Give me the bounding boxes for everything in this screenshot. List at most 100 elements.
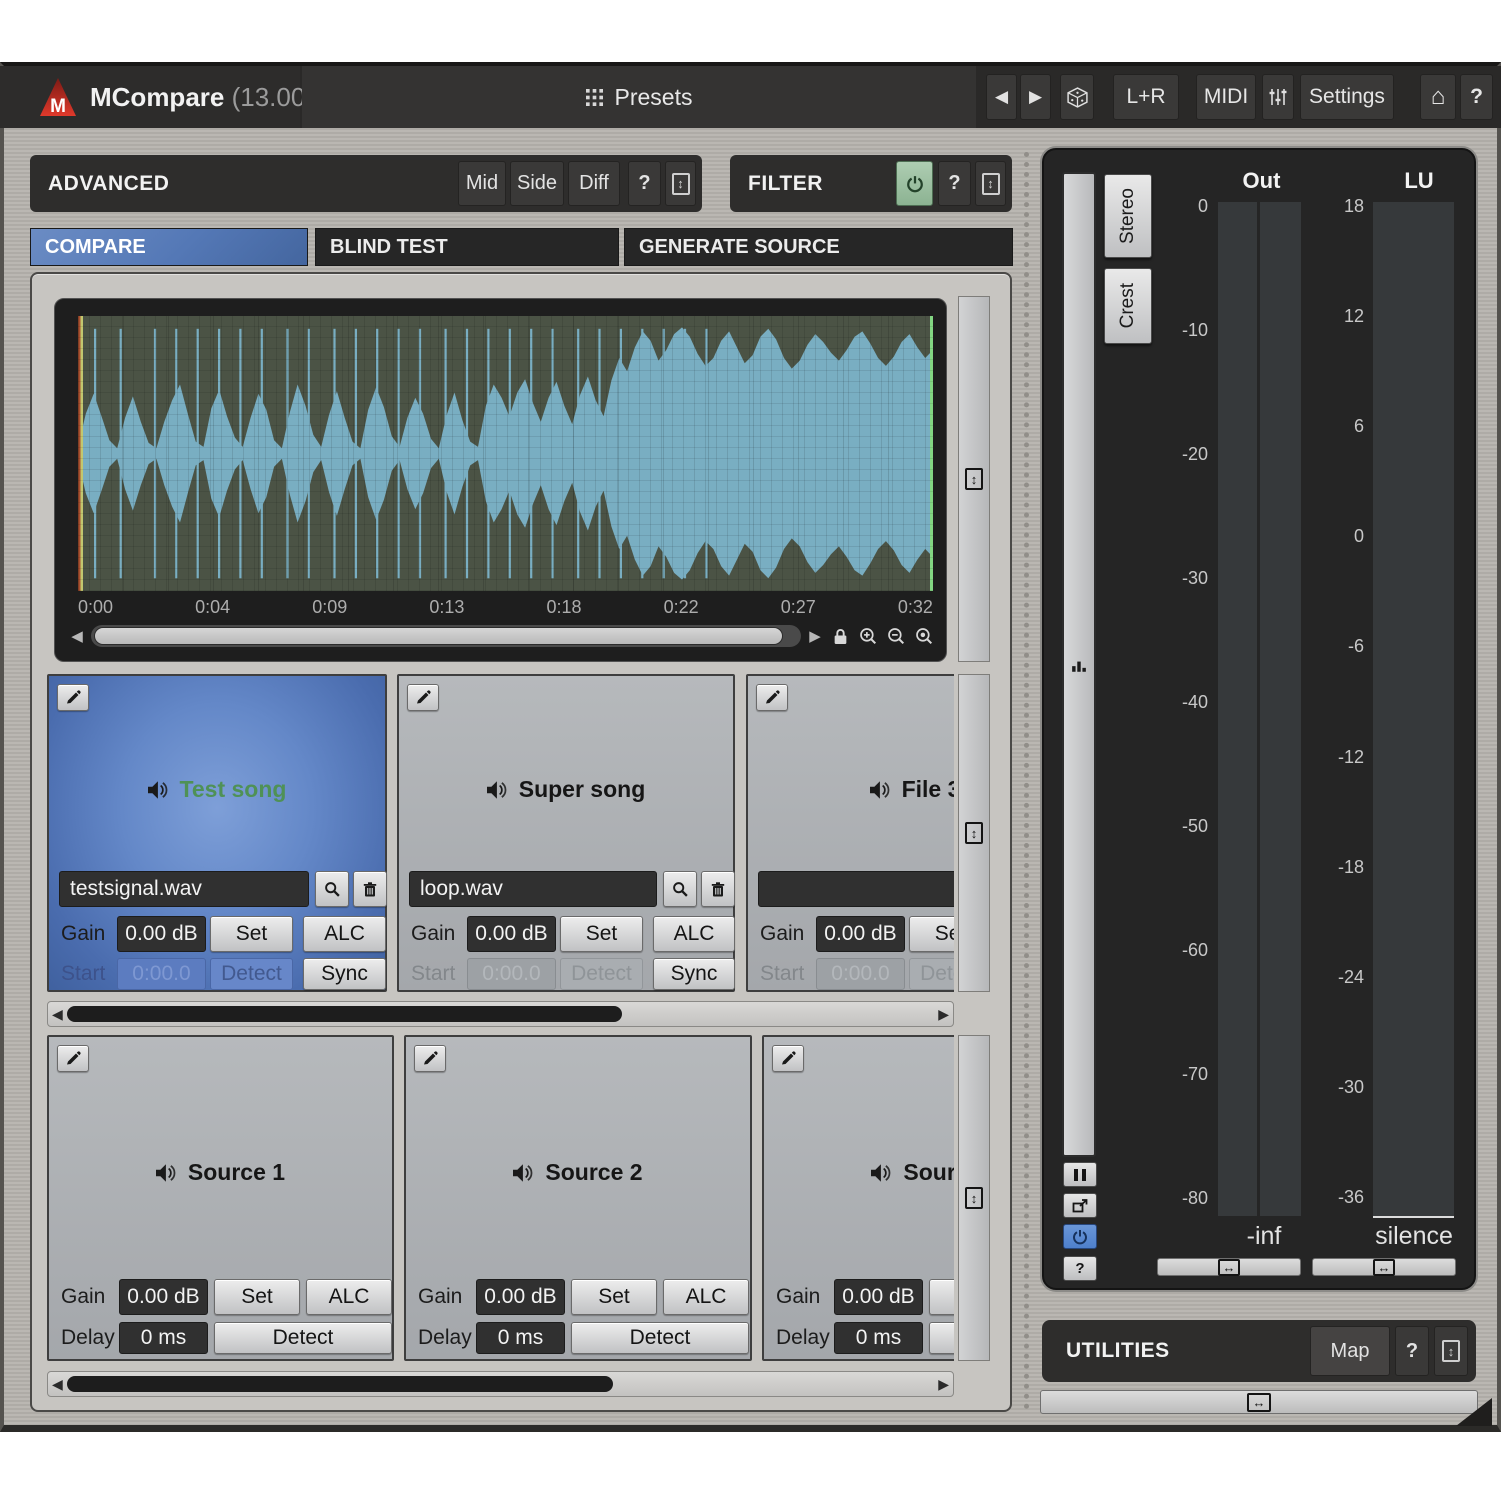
meter-help-button[interactable]: ?	[1063, 1256, 1097, 1281]
scroll-right-icon[interactable]: ▶	[807, 627, 823, 645]
source-row-top-resize-handle[interactable]: ↕	[958, 674, 990, 992]
rename-button[interactable]	[57, 1045, 89, 1072]
gain-value-field[interactable]: 0.00 dB	[816, 916, 905, 952]
utilities-help-button[interactable]: ?	[1395, 1326, 1429, 1376]
source-row-bottom-scrollbar[interactable]: ◀ ▶	[47, 1371, 954, 1397]
remove-file-button[interactable]	[701, 871, 735, 907]
browse-file-button[interactable]	[663, 871, 697, 907]
set-gain-button[interactable]: Set	[214, 1279, 300, 1315]
detect-start-button[interactable]: Detect	[210, 958, 293, 990]
detect-delay-button[interactable]: Detect	[214, 1322, 392, 1354]
rename-button[interactable]	[57, 684, 89, 711]
filter-collapse-button[interactable]: ↕	[975, 161, 1006, 206]
zoom-out-icon[interactable]	[885, 625, 907, 647]
scroll-right-icon[interactable]: ▶	[938, 1006, 949, 1023]
meter-panel-width-handle[interactable]: ↔	[1040, 1390, 1478, 1414]
advanced-help-button[interactable]: ?	[628, 161, 661, 206]
detect-delay-button[interactable]: Detect	[929, 1322, 954, 1354]
scroll-left-icon[interactable]: ◀	[69, 627, 85, 645]
source-row-top-scrollbar[interactable]: ◀ ▶	[47, 1001, 954, 1027]
gain-value-field[interactable]: 0.00 dB	[117, 916, 206, 952]
source-panel-file-3[interactable]: File 3 Gain 0.00 dB Set ALC Start 0:00.0…	[746, 674, 954, 992]
advanced-collapse-button[interactable]: ↕	[665, 161, 696, 206]
set-gain-button[interactable]: Set	[929, 1279, 954, 1315]
alc-button[interactable]: ALC	[306, 1279, 392, 1315]
midi-button[interactable]: MIDI	[1196, 74, 1256, 120]
delay-value-field[interactable]: 0 ms	[476, 1322, 565, 1354]
tab-generate-source[interactable]: GENERATE SOURCE	[624, 228, 1013, 266]
settings-button[interactable]: Settings	[1300, 74, 1394, 120]
alc-button[interactable]: ALC	[663, 1279, 749, 1315]
scrollbar-thumb[interactable]	[67, 1006, 622, 1022]
tab-compare[interactable]: COMPARE	[30, 228, 308, 266]
remove-file-button[interactable]	[353, 871, 387, 907]
rename-button[interactable]	[407, 684, 439, 711]
waveform-scrollbar-thumb[interactable]	[94, 627, 783, 645]
utilities-collapse-button[interactable]: ↕	[1434, 1326, 1468, 1376]
scroll-right-icon[interactable]: ▶	[938, 1376, 949, 1393]
set-gain-button[interactable]: Set	[571, 1279, 657, 1315]
source-panel-test-song[interactable]: Test song testsignal.wav Gain 0.00 dB Se…	[47, 674, 387, 992]
alc-button[interactable]: ALC	[303, 916, 386, 952]
meter-power-button[interactable]	[1063, 1224, 1097, 1249]
scrollbar-thumb[interactable]	[67, 1376, 613, 1392]
sync-button[interactable]: Sync	[303, 958, 386, 990]
filter-power-button[interactable]	[896, 161, 933, 206]
delay-value-field[interactable]: 0 ms	[119, 1322, 208, 1354]
meter-popout-button[interactable]	[1063, 1193, 1097, 1218]
waveform-resize-handle[interactable]: ↕	[958, 296, 990, 662]
side-button[interactable]: Side	[510, 161, 564, 206]
mid-button[interactable]: Mid	[458, 161, 506, 206]
waveform-area[interactable]	[78, 316, 933, 591]
scroll-left-icon[interactable]: ◀	[52, 1006, 63, 1023]
previous-preset-button[interactable]: ◀	[986, 74, 1017, 120]
lock-icon[interactable]	[829, 625, 851, 647]
start-value-field[interactable]: 0:00.0	[117, 958, 206, 990]
start-value-field[interactable]: 0:00.0	[816, 958, 905, 990]
titlebar-help-button[interactable]: ?	[1460, 74, 1493, 120]
set-gain-button[interactable]: Set	[560, 916, 643, 952]
rename-button[interactable]	[756, 684, 788, 711]
zoom-in-icon[interactable]	[857, 625, 879, 647]
home-button[interactable]: ⌂	[1420, 74, 1456, 120]
source-panel-source-1[interactable]: Source 1 Gain 0.00 dB Set ALC Delay 0 ms…	[47, 1035, 394, 1361]
source-panel-source-3[interactable]: Source 3 Gain 0.00 dB Set ALC Delay 0 ms…	[762, 1035, 954, 1361]
set-gain-button[interactable]: Set	[210, 916, 293, 952]
detect-delay-button[interactable]: Detect	[571, 1322, 749, 1354]
gain-value-field[interactable]: 0.00 dB	[467, 916, 556, 952]
tab-blind-test[interactable]: BLIND TEST	[315, 228, 619, 266]
quick-params-button[interactable]	[1262, 74, 1294, 120]
rename-button[interactable]	[772, 1045, 804, 1072]
file-name-field[interactable]: loop.wav	[409, 871, 657, 907]
source-row-bottom-resize-handle[interactable]: ↕	[958, 1035, 990, 1361]
detect-start-button[interactable]: Detect	[560, 958, 643, 990]
file-name-field[interactable]	[758, 871, 954, 907]
gain-value-field[interactable]: 0.00 dB	[834, 1279, 923, 1315]
waveform-scrollbar[interactable]	[91, 625, 801, 647]
browse-file-button[interactable]	[315, 871, 349, 907]
randomize-dice-button[interactable]	[1060, 74, 1094, 120]
gain-value-field[interactable]: 0.00 dB	[119, 1279, 208, 1315]
set-gain-button[interactable]: Set	[909, 916, 954, 952]
rename-button[interactable]	[414, 1045, 446, 1072]
file-name-field[interactable]: testsignal.wav	[59, 871, 309, 907]
lu-meter-range-handle[interactable]: ↔	[1312, 1258, 1456, 1276]
detect-start-button[interactable]: Detect	[909, 958, 954, 990]
diff-button[interactable]: Diff	[568, 161, 620, 206]
sync-button[interactable]: Sync	[653, 958, 735, 990]
gain-value-field[interactable]: 0.00 dB	[476, 1279, 565, 1315]
next-preset-button[interactable]: ▶	[1020, 74, 1051, 120]
channel-mode-button[interactable]: L+R	[1113, 74, 1179, 120]
presets-button[interactable]: Presets	[302, 66, 976, 128]
filter-help-button[interactable]: ?	[938, 161, 971, 206]
window-resize-grip[interactable]	[1456, 1398, 1492, 1426]
alc-button[interactable]: ALC	[653, 916, 735, 952]
map-button[interactable]: Map	[1310, 1326, 1390, 1376]
scroll-left-icon[interactable]: ◀	[52, 1376, 63, 1393]
meter-mode-slider[interactable]	[1062, 172, 1096, 1157]
out-meter-range-handle[interactable]: ↔	[1157, 1258, 1301, 1276]
source-panel-source-2[interactable]: Source 2 Gain 0.00 dB Set ALC Delay 0 ms…	[404, 1035, 752, 1361]
zoom-reset-icon[interactable]	[913, 625, 935, 647]
source-panel-super-song[interactable]: Super song loop.wav Gain 0.00 dB Set ALC…	[397, 674, 735, 992]
delay-value-field[interactable]: 0 ms	[834, 1322, 923, 1354]
